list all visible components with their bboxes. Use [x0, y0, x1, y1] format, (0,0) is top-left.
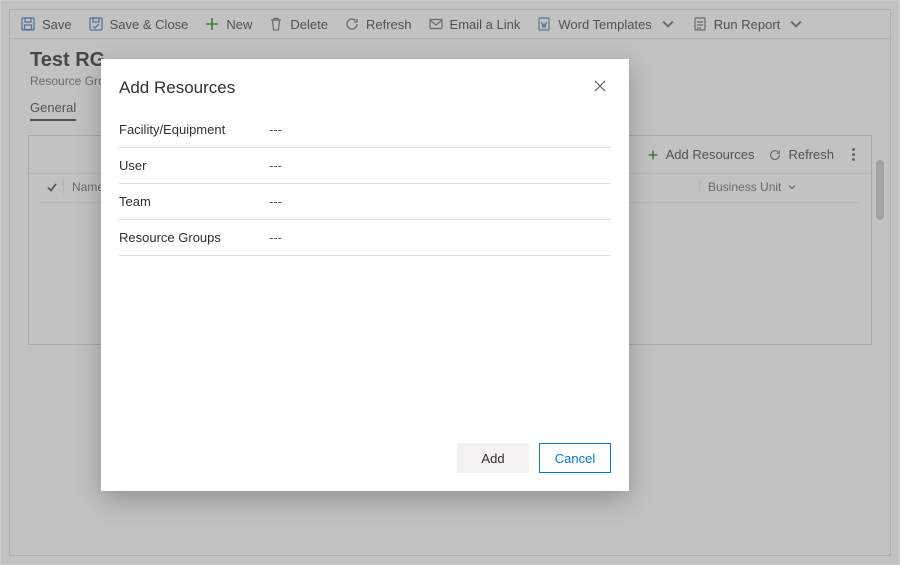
field-label: User — [119, 158, 269, 173]
field-team[interactable]: Team --- — [119, 184, 611, 220]
add-button[interactable]: Add — [457, 443, 529, 473]
dialog-close-button[interactable] — [589, 75, 611, 100]
field-value: --- — [269, 230, 282, 245]
add-resources-dialog: Add Resources Facility/Equipment --- Use… — [101, 59, 629, 491]
close-icon — [593, 79, 607, 93]
field-label: Resource Groups — [119, 230, 269, 245]
field-user[interactable]: User --- — [119, 148, 611, 184]
dialog-footer: Add Cancel — [101, 431, 629, 491]
field-label: Facility/Equipment — [119, 122, 269, 137]
window-frame: Save Save & Close New Delete Refresh Ema… — [0, 0, 900, 565]
field-value: --- — [269, 194, 282, 209]
field-value: --- — [269, 122, 282, 137]
dialog-body: Facility/Equipment --- User --- Team ---… — [101, 108, 629, 431]
field-facility-equipment[interactable]: Facility/Equipment --- — [119, 112, 611, 148]
field-resource-groups[interactable]: Resource Groups --- — [119, 220, 611, 256]
dialog-title: Add Resources — [119, 78, 235, 98]
field-value: --- — [269, 158, 282, 173]
dialog-header: Add Resources — [101, 59, 629, 108]
cancel-button[interactable]: Cancel — [539, 443, 611, 473]
field-label: Team — [119, 194, 269, 209]
